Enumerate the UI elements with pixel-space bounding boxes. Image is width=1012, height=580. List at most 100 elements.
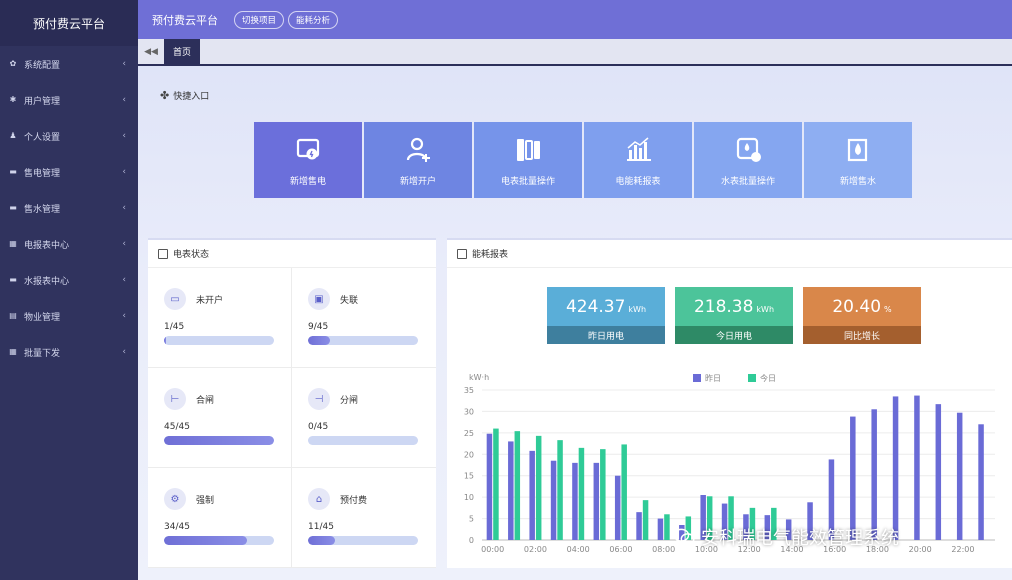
bar-today[interactable] (493, 428, 499, 540)
y-tick-label: 15 (464, 472, 474, 481)
status-label: 分闸 (340, 395, 359, 406)
sidebar-item-3[interactable]: ▬ 售电管理 ‹ (0, 154, 138, 190)
calendar-icon: ▤ (9, 311, 17, 320)
calendar-icon (158, 248, 168, 259)
bar-yesterday[interactable] (593, 462, 600, 540)
bar-yesterday[interactable] (956, 412, 963, 540)
tab-bar: ◀◀ 首页 (138, 39, 1012, 66)
kpi-label: 昨日用电 (547, 326, 665, 344)
x-tick-label: 00:00 (481, 545, 504, 554)
status-label: 预付费 (340, 495, 368, 506)
bar-today[interactable] (514, 431, 521, 540)
bar-today[interactable] (600, 449, 606, 540)
y-tick-label: 5 (469, 515, 474, 524)
sidebar-item-6[interactable]: ▬ 水报表中心 ‹ (0, 262, 138, 298)
wechat-icon (673, 528, 695, 545)
energy-analysis-button[interactable]: 能耗分析 (288, 10, 339, 29)
quick-card-0[interactable]: 新增售电 (254, 122, 362, 198)
sidebar-item-0[interactable]: ✿ 系统配置 ‹ (0, 46, 138, 82)
y-tick-label: 35 (464, 386, 474, 395)
quick-card-2[interactable]: 电表批量操作 (474, 122, 582, 198)
meter-batch-icon (517, 138, 540, 161)
meter-status-panel: 电表状态 ▭ 未开户 1/45 ▣ 失联 9/45 ⊢ 合闸 45/45 ⊣ 分闸 0/45 ⚙ 强制 34… (148, 238, 436, 568)
bar-yesterday[interactable] (871, 409, 877, 540)
meter-status-grid: ▭ 未开户 1/45 ▣ 失联 9/45 ⊢ 合闸 45/45 ⊣ 分闸 0/45 ⚙ 强制 34/45 ⌂ 预… (148, 268, 436, 568)
status-cell-3[interactable]: ⊣ 分闸 0/45 (292, 368, 436, 468)
bar-yesterday[interactable] (572, 462, 578, 540)
watermark-text: 安科瑞电气能效管理系统 (701, 528, 899, 549)
meter-status-title: 电表状态 (173, 250, 210, 260)
bar-yesterday[interactable] (550, 460, 557, 540)
bar-today[interactable] (578, 447, 585, 540)
tab-home[interactable]: 首页 (164, 39, 201, 64)
quick-card-label: 电表批量操作 (500, 176, 555, 187)
bar-yesterday[interactable] (614, 475, 621, 540)
sidebar-item-1[interactable]: ✱ 用户管理 ‹ (0, 82, 138, 118)
status-cell-header: ⊢ 合闸 (164, 388, 275, 410)
quick-card-3[interactable]: 电能耗报表 (584, 122, 692, 198)
bar-yesterday[interactable] (508, 441, 514, 540)
quick-entry-title: ✤ 快捷入口 (160, 89, 209, 102)
status-cell-4[interactable]: ⚙ 强制 34/45 (148, 468, 292, 568)
bar-today[interactable] (535, 435, 542, 540)
quick-card-4[interactable]: 水表批量操作 (694, 122, 802, 198)
bar-yesterday[interactable] (529, 450, 535, 540)
sidebar-item-label: 水报表中心 (24, 276, 70, 287)
grid-icon: ▦ (9, 239, 17, 248)
sidebar-item-5[interactable]: ▦ 电报表中心 ‹ (0, 226, 138, 262)
legend-label[interactable]: 昨日 (705, 373, 721, 383)
sidebar-item-label: 物业管理 (24, 312, 61, 323)
bar-yesterday[interactable] (892, 396, 899, 540)
sidebar-item-2[interactable]: ♟ 个人设置 ‹ (0, 118, 138, 154)
status-cell-5[interactable]: ⌂ 预付费 11/45 (292, 468, 436, 568)
status-progress-bar (308, 536, 418, 545)
water-meter-icon (736, 137, 761, 162)
y-axis-label: kW·h (469, 373, 489, 382)
bar-yesterday[interactable] (636, 512, 642, 540)
header-title: 预付费云平台 (152, 13, 218, 27)
sidebar-item-7[interactable]: ▤ 物业管理 ‹ (0, 298, 138, 334)
x-tick-label: 06:00 (609, 545, 632, 554)
folder-icon: ▬ (9, 203, 17, 212)
status-cell-2[interactable]: ⊢ 合闸 45/45 (148, 368, 292, 468)
quick-card-1[interactable]: 新增开户 (364, 122, 472, 198)
kpi-2: 20.40% 同比增长 (803, 287, 921, 344)
status-count: 45/45 (164, 422, 190, 432)
status-cell-1[interactable]: ▣ 失联 9/45 (292, 268, 436, 368)
meter-offline-icon: ▣ (308, 288, 330, 310)
status-cell-header: ▣ 失联 (308, 288, 420, 310)
collapse-tabs-icon[interactable]: ◀◀ (138, 39, 164, 64)
status-progress-fill (164, 336, 167, 345)
status-cell-header: ⊣ 分闸 (308, 388, 420, 410)
bar-today[interactable] (642, 500, 649, 540)
energy-report-header: 能耗报表 (447, 240, 1012, 268)
switch-project-button[interactable]: 切换项目 (234, 10, 285, 29)
status-progress-fill (308, 336, 330, 345)
bar-today[interactable] (557, 440, 563, 540)
kpi-unit: kWh (756, 304, 775, 314)
sidebar-item-4[interactable]: ▬ 售水管理 ‹ (0, 190, 138, 226)
sidebar-item-label: 售水管理 (24, 204, 61, 215)
bar-yesterday[interactable] (657, 518, 664, 540)
bar-yesterday[interactable] (935, 404, 942, 540)
kpi-row: 424.37 kWh 昨日用电 218.38 kWh 今日用电 20.40% 同比增长 (547, 287, 931, 344)
bar-yesterday[interactable] (850, 416, 856, 540)
y-tick-label: 30 (464, 407, 474, 416)
bar-yesterday[interactable] (914, 395, 920, 540)
sidebar-item-label: 系统配置 (24, 60, 61, 71)
bar-today[interactable] (621, 444, 627, 540)
bar-today[interactable] (664, 514, 670, 540)
force-icon: ⚙ (164, 488, 186, 510)
quick-card-5[interactable]: 新增售水 (804, 122, 912, 198)
bar-yesterday[interactable] (486, 433, 493, 540)
sidebar-item-8[interactable]: ▦ 批量下发 ‹ (0, 334, 138, 370)
y-tick-label: 20 (464, 450, 474, 459)
status-cell-0[interactable]: ▭ 未开户 1/45 (148, 268, 292, 368)
top-header: 预付费云平台 切换项目 能耗分析 (138, 0, 1012, 39)
status-progress-bar (164, 336, 274, 345)
quick-entry-grid: 新增售电 新增开户 电表批量操作 电能耗报表 水表批量操作 新增售水 (254, 122, 914, 198)
x-tick-label: 22:00 (951, 545, 974, 554)
bar-yesterday[interactable] (978, 424, 984, 540)
status-progress-fill (164, 436, 274, 445)
legend-label[interactable]: 今日 (760, 373, 776, 383)
